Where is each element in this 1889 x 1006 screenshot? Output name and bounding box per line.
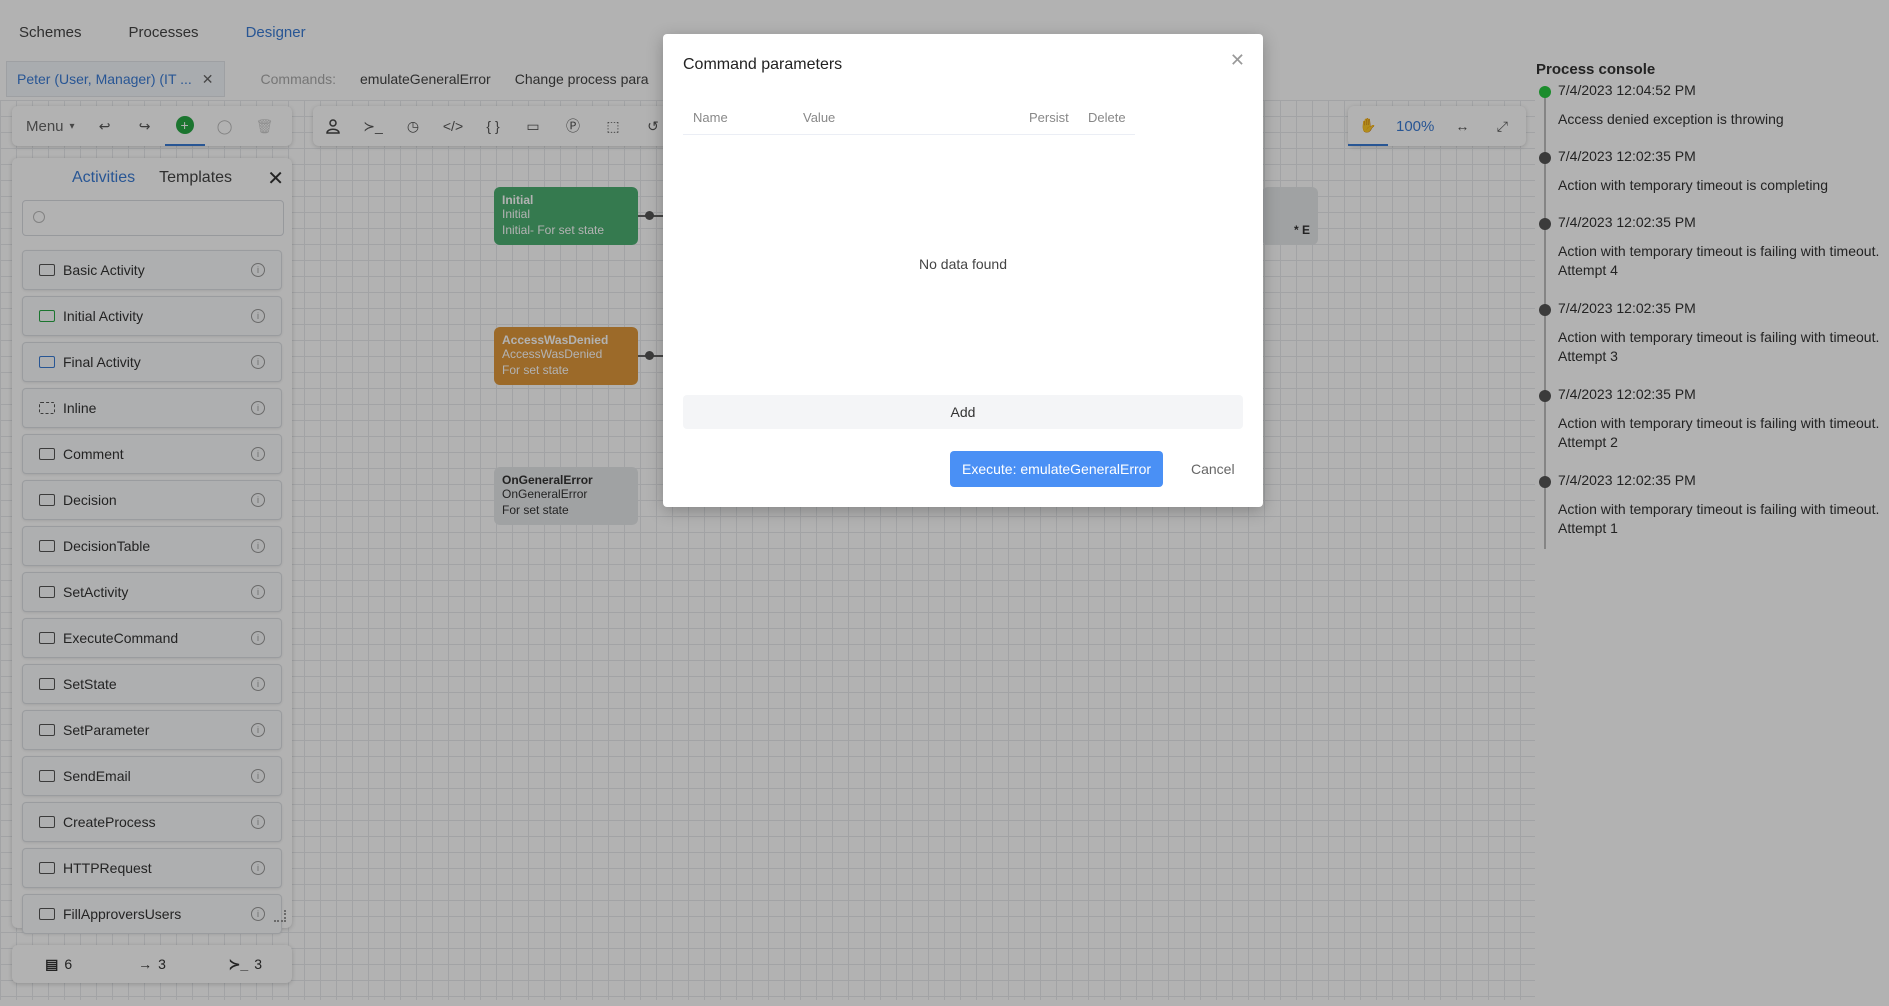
column-persist: Persist (1029, 110, 1069, 125)
execute-command-button[interactable]: Execute: emulateGeneralError (950, 451, 1164, 487)
cancel-button[interactable]: Cancel (1187, 451, 1239, 487)
close-icon[interactable]: ✕ (1230, 50, 1245, 71)
dialog-title: Command parameters (683, 56, 843, 73)
empty-table-message: No data found (919, 256, 1007, 272)
column-delete: Delete (1088, 110, 1126, 125)
add-parameter-button[interactable]: Add (683, 395, 1243, 429)
column-value: Value (803, 110, 836, 125)
column-name: Name (693, 110, 728, 125)
command-parameters-dialog: Command parameters ✕ Name Value Persist … (663, 34, 1263, 507)
parameters-table-header: Name Value Persist Delete (683, 100, 1135, 135)
